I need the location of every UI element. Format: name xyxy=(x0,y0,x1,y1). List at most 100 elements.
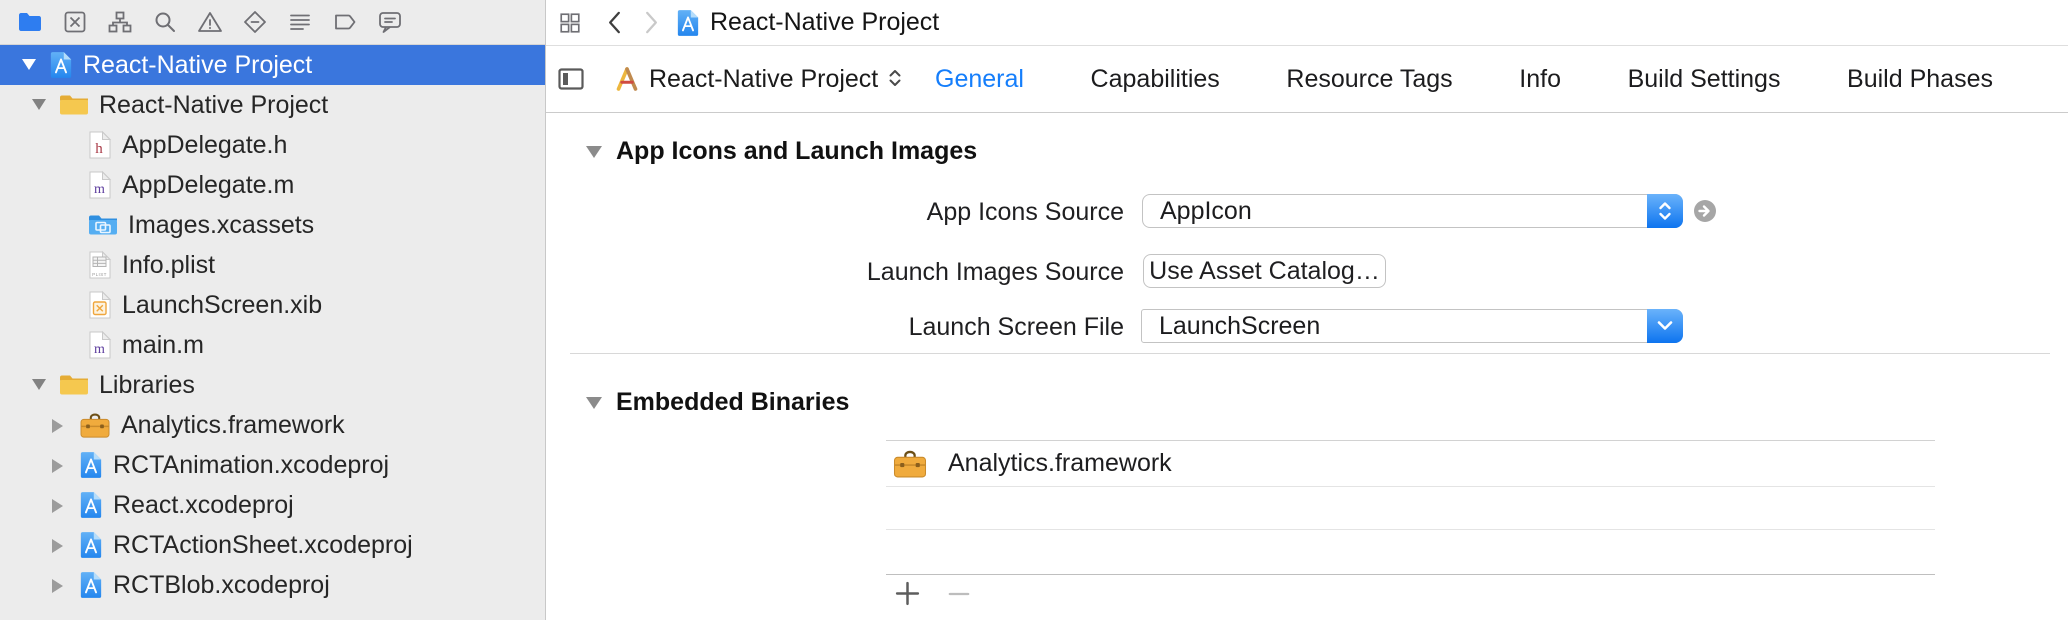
related-items-button[interactable] xyxy=(558,11,582,35)
app-icons-source-popup[interactable]: AppIcon xyxy=(1142,194,1683,228)
hierarchy-icon xyxy=(107,9,133,35)
speech-bubble-icon xyxy=(377,9,403,35)
plus-icon xyxy=(894,580,921,607)
disclosure-open-icon[interactable] xyxy=(32,379,46,391)
empty-list-row xyxy=(886,530,1935,575)
embedded-binaries-actions xyxy=(894,580,971,607)
project-navigator-button[interactable] xyxy=(17,9,43,35)
search-icon xyxy=(152,9,178,35)
sidebar-item-subproject[interactable]: React.xcodeproj xyxy=(0,485,545,525)
test-navigator-button[interactable] xyxy=(242,9,268,35)
sidebar-item-framework[interactable]: Analytics.framework xyxy=(0,405,545,445)
sidebar-item-subproject[interactable]: RCTAnimation.xcodeproj xyxy=(0,445,545,485)
target-selector[interactable]: React-Native Project xyxy=(614,65,903,94)
remove-binary-button[interactable] xyxy=(947,582,971,606)
item-label: AppDelegate.h xyxy=(122,131,287,160)
disclosure-open-icon[interactable] xyxy=(22,59,36,71)
sidebar-item-file[interactable]: LaunchScreen.xib xyxy=(0,285,545,325)
disclosure-closed-icon[interactable] xyxy=(52,579,66,591)
sidebar-item-subproject[interactable]: RCTActionSheet.xcodeproj xyxy=(0,525,545,565)
sidebar-item-group[interactable]: React-Native Project xyxy=(0,85,545,125)
issue-navigator-button[interactable] xyxy=(197,9,223,35)
breakpoint-navigator-button[interactable] xyxy=(332,9,358,35)
sidebar-item-project-root[interactable]: React-Native Project xyxy=(0,45,545,85)
disclosure-closed-icon[interactable] xyxy=(52,499,66,511)
chevron-left-icon xyxy=(606,11,622,34)
back-button[interactable] xyxy=(606,11,622,34)
launch-screen-file-label: Launch Screen File xyxy=(546,313,1124,342)
add-binary-button[interactable] xyxy=(894,580,921,607)
xcode-window: React-Native Project React-Native Projec… xyxy=(0,0,2068,620)
launch-screen-file-combobox[interactable]: LaunchScreen xyxy=(1141,309,1683,343)
item-label: RCTAnimation.xcodeproj xyxy=(113,451,389,480)
item-label: RCTActionSheet.xcodeproj xyxy=(113,531,413,560)
disclosure-closed-icon[interactable] xyxy=(52,419,66,431)
find-navigator-button[interactable] xyxy=(152,9,178,35)
asset-catalog-icon xyxy=(88,213,118,237)
tab-info[interactable]: Info xyxy=(1519,65,1561,94)
item-label: Images.xcassets xyxy=(128,211,314,240)
item-label: Libraries xyxy=(99,371,195,400)
item-label: LaunchScreen.xib xyxy=(122,291,322,320)
empty-list-row xyxy=(886,487,1935,530)
list-lines-icon xyxy=(287,9,313,35)
xib-file-icon xyxy=(88,290,112,320)
disclosure-triangle-icon[interactable] xyxy=(586,397,602,409)
report-navigator-button[interactable] xyxy=(377,9,403,35)
debug-navigator-button[interactable] xyxy=(287,9,313,35)
stepper-chevrons-icon xyxy=(1647,194,1683,228)
app-icons-source-label: App Icons Source xyxy=(546,198,1124,227)
folder-icon xyxy=(59,93,89,117)
app-icons-jump-arrow-button[interactable] xyxy=(1692,198,1718,224)
embedded-binary-row[interactable]: Analytics.framework xyxy=(886,441,1935,487)
up-down-chevron-icon xyxy=(887,65,903,94)
disclosure-closed-icon[interactable] xyxy=(52,539,66,551)
tab-build-phases[interactable]: Build Phases xyxy=(1847,65,1993,94)
combobox-dropdown-button[interactable] xyxy=(1647,309,1683,343)
disclosure-triangle-icon[interactable] xyxy=(586,146,602,158)
sidebar-item-file[interactable]: Info.plist xyxy=(0,245,545,285)
sidebar-item-file[interactable]: AppDelegate.h xyxy=(0,125,545,165)
use-asset-catalog-button[interactable]: Use Asset Catalog… xyxy=(1143,254,1386,288)
forward-button[interactable] xyxy=(644,11,660,34)
tab-resource-tags[interactable]: Resource Tags xyxy=(1286,65,1452,94)
sidebar-item-subproject[interactable]: RCTBlob.xcodeproj xyxy=(0,565,545,605)
settings-tab-bar: General Capabilities Resource Tags Info … xyxy=(935,46,1993,112)
tab-capabilities[interactable]: Capabilities xyxy=(1091,65,1220,94)
xcode-project-icon xyxy=(79,570,103,600)
jump-bar-title: React-Native Project xyxy=(710,8,939,37)
warning-triangle-icon xyxy=(197,9,223,35)
xcode-project-icon xyxy=(79,530,103,560)
plist-file-icon xyxy=(88,250,112,280)
chevron-down-icon xyxy=(1657,321,1673,331)
xcode-project-icon xyxy=(79,450,103,480)
symbol-navigator-button[interactable] xyxy=(107,9,133,35)
diamond-icon xyxy=(242,9,268,35)
section-divider xyxy=(570,353,2050,354)
targets-sidebar-toggle-button[interactable] xyxy=(557,66,585,92)
sidebar-item-group[interactable]: Libraries xyxy=(0,365,545,405)
source-control-navigator-button[interactable] xyxy=(62,9,88,35)
item-label: AppDelegate.m xyxy=(122,171,294,200)
sidebar-item-file[interactable]: main.m xyxy=(0,325,545,365)
source-control-icon xyxy=(62,9,88,35)
editor-area: React-Native Project React-Native Projec… xyxy=(546,0,2068,620)
project-file-icon xyxy=(676,9,700,37)
section-app-icons-heading: App Icons and Launch Images xyxy=(586,137,977,166)
disclosure-closed-icon[interactable] xyxy=(52,459,66,471)
sidebar-item-file[interactable]: AppDelegate.m xyxy=(0,165,545,205)
disclosure-open-icon[interactable] xyxy=(32,99,46,111)
tab-general[interactable]: General xyxy=(935,65,1024,94)
arrow-right-circle-icon xyxy=(1692,198,1718,224)
binary-name: Analytics.framework xyxy=(948,449,1172,478)
folder-icon xyxy=(59,373,89,397)
jump-bar: React-Native Project xyxy=(546,0,2068,46)
tab-build-settings[interactable]: Build Settings xyxy=(1628,65,1781,94)
project-editor-header: React-Native Project General Capabilitie… xyxy=(546,46,2068,113)
item-label: Analytics.framework xyxy=(121,411,345,440)
framework-icon xyxy=(79,411,111,439)
general-pane: App Icons and Launch Images App Icons So… xyxy=(546,114,2068,620)
sidebar-item-file[interactable]: Images.xcassets xyxy=(0,205,545,245)
item-label: React-Native Project xyxy=(99,91,328,120)
header-file-icon xyxy=(88,130,112,160)
